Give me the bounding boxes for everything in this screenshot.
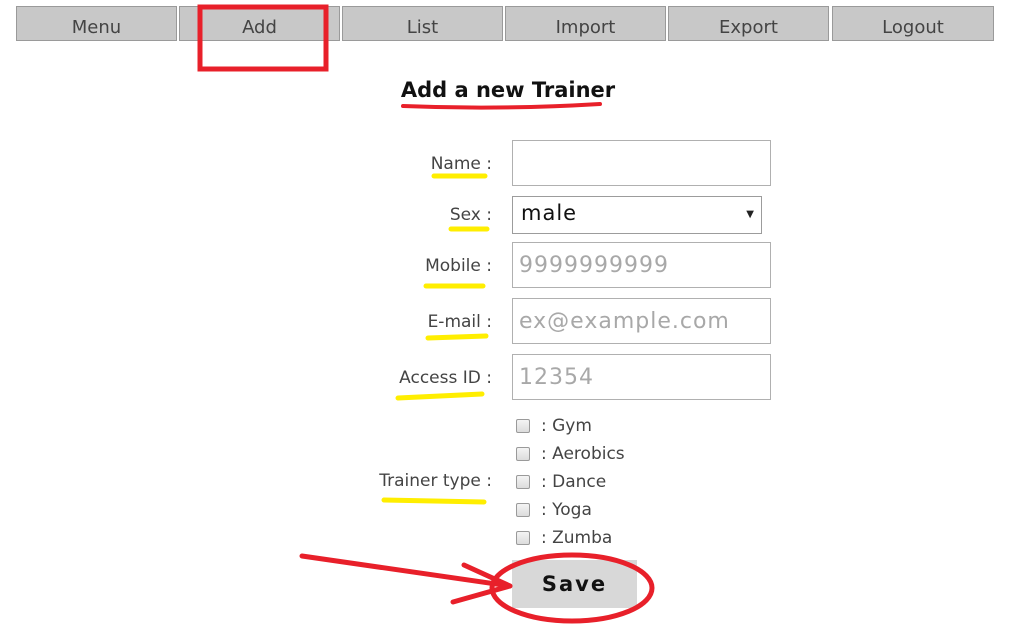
gym-checkbox[interactable] bbox=[516, 419, 530, 433]
access-id-input[interactable] bbox=[512, 354, 771, 400]
top-nav: Menu Add List Import Export Logout bbox=[16, 6, 994, 43]
save-button[interactable]: Save bbox=[512, 560, 637, 608]
arrow-head-icon bbox=[450, 562, 513, 605]
sex-select[interactable]: male ▼ bbox=[512, 196, 762, 234]
gym-checkbox-label: : Gym bbox=[541, 416, 592, 436]
dance-checkbox-label: : Dance bbox=[541, 472, 607, 492]
access-id-yellow-underline bbox=[395, 391, 485, 401]
nav-add-button[interactable]: Add bbox=[179, 6, 340, 41]
aerobics-checkbox-label: : Aerobics bbox=[541, 444, 625, 464]
page-title: Add a new Trainer bbox=[0, 78, 1016, 102]
trainer-type-option-gym: : Gym bbox=[516, 414, 592, 438]
nav-logout-button[interactable]: Logout bbox=[832, 6, 994, 41]
nav-import-button[interactable]: Import bbox=[505, 6, 666, 41]
dance-checkbox[interactable] bbox=[516, 475, 530, 489]
title-red-underline bbox=[401, 102, 602, 110]
trainer-type-option-aerobics: : Aerobics bbox=[516, 442, 625, 466]
email-input[interactable] bbox=[512, 298, 771, 344]
nav-menu-button[interactable]: Menu bbox=[16, 6, 177, 41]
zumba-checkbox[interactable] bbox=[516, 531, 530, 545]
trainer-type-yellow-underline bbox=[381, 497, 487, 505]
sex-label: Sex : bbox=[449, 205, 492, 225]
access-id-label: Access ID : bbox=[399, 368, 492, 388]
page: Menu Add List Import Export Logout Add a… bbox=[0, 0, 1016, 644]
trainer-type-label: Trainer type : bbox=[379, 471, 492, 491]
nav-list-button[interactable]: List bbox=[342, 6, 503, 41]
aerobics-checkbox[interactable] bbox=[516, 447, 530, 461]
dropdown-arrow-icon: ▼ bbox=[746, 209, 754, 220]
page-title-text: Add a new Trainer bbox=[400, 78, 616, 102]
mobile-label: Mobile : bbox=[425, 256, 492, 276]
yoga-checkbox-label: : Yoga bbox=[541, 500, 592, 520]
name-input[interactable] bbox=[512, 140, 771, 186]
nav-export-button[interactable]: Export bbox=[668, 6, 829, 41]
sex-select-value: male bbox=[521, 201, 578, 225]
trainer-type-option-dance: : Dance bbox=[516, 470, 606, 494]
trainer-type-option-yoga: : Yoga bbox=[516, 498, 592, 522]
yoga-checkbox[interactable] bbox=[516, 503, 530, 517]
arrow-line bbox=[299, 553, 513, 589]
email-yellow-underline bbox=[425, 333, 489, 341]
name-label: Name : bbox=[430, 154, 492, 174]
email-label: E-mail : bbox=[427, 312, 492, 332]
mobile-input[interactable] bbox=[512, 242, 771, 288]
trainer-type-option-zumba: : Zumba bbox=[516, 526, 612, 550]
zumba-checkbox-label: : Zumba bbox=[541, 528, 613, 548]
